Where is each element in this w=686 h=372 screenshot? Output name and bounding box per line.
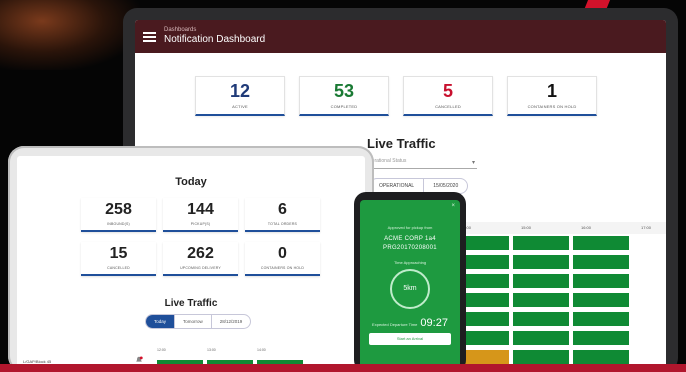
stat-label: COMPLETED [330,104,358,109]
toggle-date[interactable]: 15/05/2020 [424,179,467,193]
expected-time-row: Expected Departure Time 09:27 [360,317,460,329]
stat-value: 53 [333,81,355,101]
slot-cell[interactable] [573,255,629,269]
stat-card-active[interactable]: 12 ACTIVE [195,76,285,116]
grid-header: 14:00 15:00 16:00 17:00 [453,222,666,234]
start-arrival-button[interactable]: Start an Arrival [369,333,451,345]
bottom-stripe [0,364,686,372]
traffic-grid [453,236,629,364]
slot-cell[interactable] [513,312,569,326]
stat-label: TOTAL ORDERS [267,222,298,226]
distance-ring: 5km [390,269,430,309]
page-title: Notification Dashboard [164,34,266,45]
tablet-screen: Today 258 INBOUND(S) 144 PICKUP(S) 6 TOT… [17,156,365,372]
booking-code: PRG20170208001 [383,245,437,251]
toggle-date[interactable]: 28/12/2019 [212,315,251,328]
grid-header-cell: 14:00 [257,348,266,352]
live-traffic-title: Live Traffic [367,136,436,151]
stat-card-inbound[interactable]: 258 INBOUND(S) [81,198,156,232]
slot-cell[interactable] [513,293,569,307]
stat-value: 262 [187,245,214,262]
app-bar-titles: Dashboards Notification Dashboard [164,27,265,46]
stat-label: CONTAINERS ON HOLD [260,266,305,270]
approach-label: Time Approaching [393,260,427,265]
grid-header-cell: 12:00 [157,348,166,352]
slot-cell[interactable] [513,331,569,345]
slot-cell[interactable] [573,312,629,326]
stat-label: UPCOMING DELIVERY [180,266,221,270]
close-icon[interactable]: × [451,203,455,209]
grid-header: 12:00 13:00 14:00 [157,348,303,352]
today-title: Today [175,176,207,188]
stat-card-on-hold[interactable]: 1 CONTAINERS ON HOLD [507,76,597,116]
status-filter-select[interactable]: Operational Status ▾ [365,158,477,169]
stat-label: CANCELLED [435,104,461,109]
breadcrumb[interactable]: Dashboards [164,27,265,34]
slot-cell[interactable] [513,236,569,250]
stat-value: 0 [278,245,287,262]
live-traffic-title: Live Traffic [164,298,218,309]
company-name: ACME CORP 1a4 [384,236,436,242]
slot-cell[interactable] [573,350,629,364]
stat-value: 1 [546,81,557,101]
stat-label: ACTIVE [232,104,248,109]
slot-cell[interactable] [573,236,629,250]
slot-cell[interactable] [513,274,569,288]
stat-card-pickups[interactable]: 144 PICKUP(S) [163,198,238,232]
hamburger-menu-icon[interactable] [143,31,156,42]
stat-card-total-orders[interactable]: 6 TOTAL ORDERS [245,198,320,232]
stat-value: 15 [109,245,128,262]
grid-header-cell: 16:00 [581,225,592,230]
phone-screen: × Approved for pickup from ACME CORP 1a4… [360,200,460,372]
slot-cell[interactable] [573,293,629,307]
slot-cell[interactable] [513,255,569,269]
stat-value: 144 [187,201,214,218]
expected-time-label: Expected Departure Time [372,322,418,327]
background-glow [0,0,140,70]
stat-card-cancelled[interactable]: 5 CANCELLED [403,76,493,116]
alert-bell-icon[interactable] [135,356,143,364]
grid-header-cell: 13:00 [207,348,216,352]
stat-label: CANCELLED [107,266,130,270]
chevron-down-icon: ▾ [471,160,475,166]
toggle-today[interactable]: Today [146,315,176,328]
today-stat-grid: 258 INBOUND(S) 144 PICKUP(S) 6 TOTAL ORD… [81,198,320,276]
app-bar: Dashboards Notification Dashboard [135,20,666,53]
stat-card-cancelled[interactable]: 15 CANCELLED [81,242,156,276]
expected-time-value: 09:27 [420,317,448,329]
mobile-phone: × Approved for pickup from ACME CORP 1a4… [354,192,466,372]
grid-header-cell: 15:00 [521,225,532,230]
toggle-operational[interactable]: OPERATIONAL [370,179,425,193]
stat-row: 12 ACTIVE 53 COMPLETED 5 CANCELLED 1 CON… [195,76,597,116]
stat-value: 5 [442,81,453,101]
day-toggle: Today Tomorrow 28/12/2019 [145,314,252,329]
stat-value: 258 [105,201,132,218]
stat-value: 6 [278,201,287,218]
grid-header-cell: 17:00 [641,225,652,230]
tablet-device: Today 258 INBOUND(S) 144 PICKUP(S) 6 TOT… [8,146,374,372]
stat-label: INBOUND(S) [107,222,130,226]
pickup-label: Approved for pickup from [387,225,433,230]
stat-card-upcoming[interactable]: 262 UPCOMING DELIVERY [163,242,238,276]
stat-card-completed[interactable]: 53 COMPLETED [299,76,389,116]
stat-value: 12 [229,81,251,101]
stat-card-on-hold[interactable]: 0 CONTAINERS ON HOLD [245,242,320,276]
slot-cell[interactable] [573,274,629,288]
stat-label: PICKUP(S) [190,222,211,226]
stat-label: CONTAINERS ON HOLD [527,104,577,109]
slot-cell[interactable] [573,331,629,345]
slot-cell[interactable] [513,350,569,364]
toggle-tomorrow[interactable]: Tomorrow [175,315,212,328]
